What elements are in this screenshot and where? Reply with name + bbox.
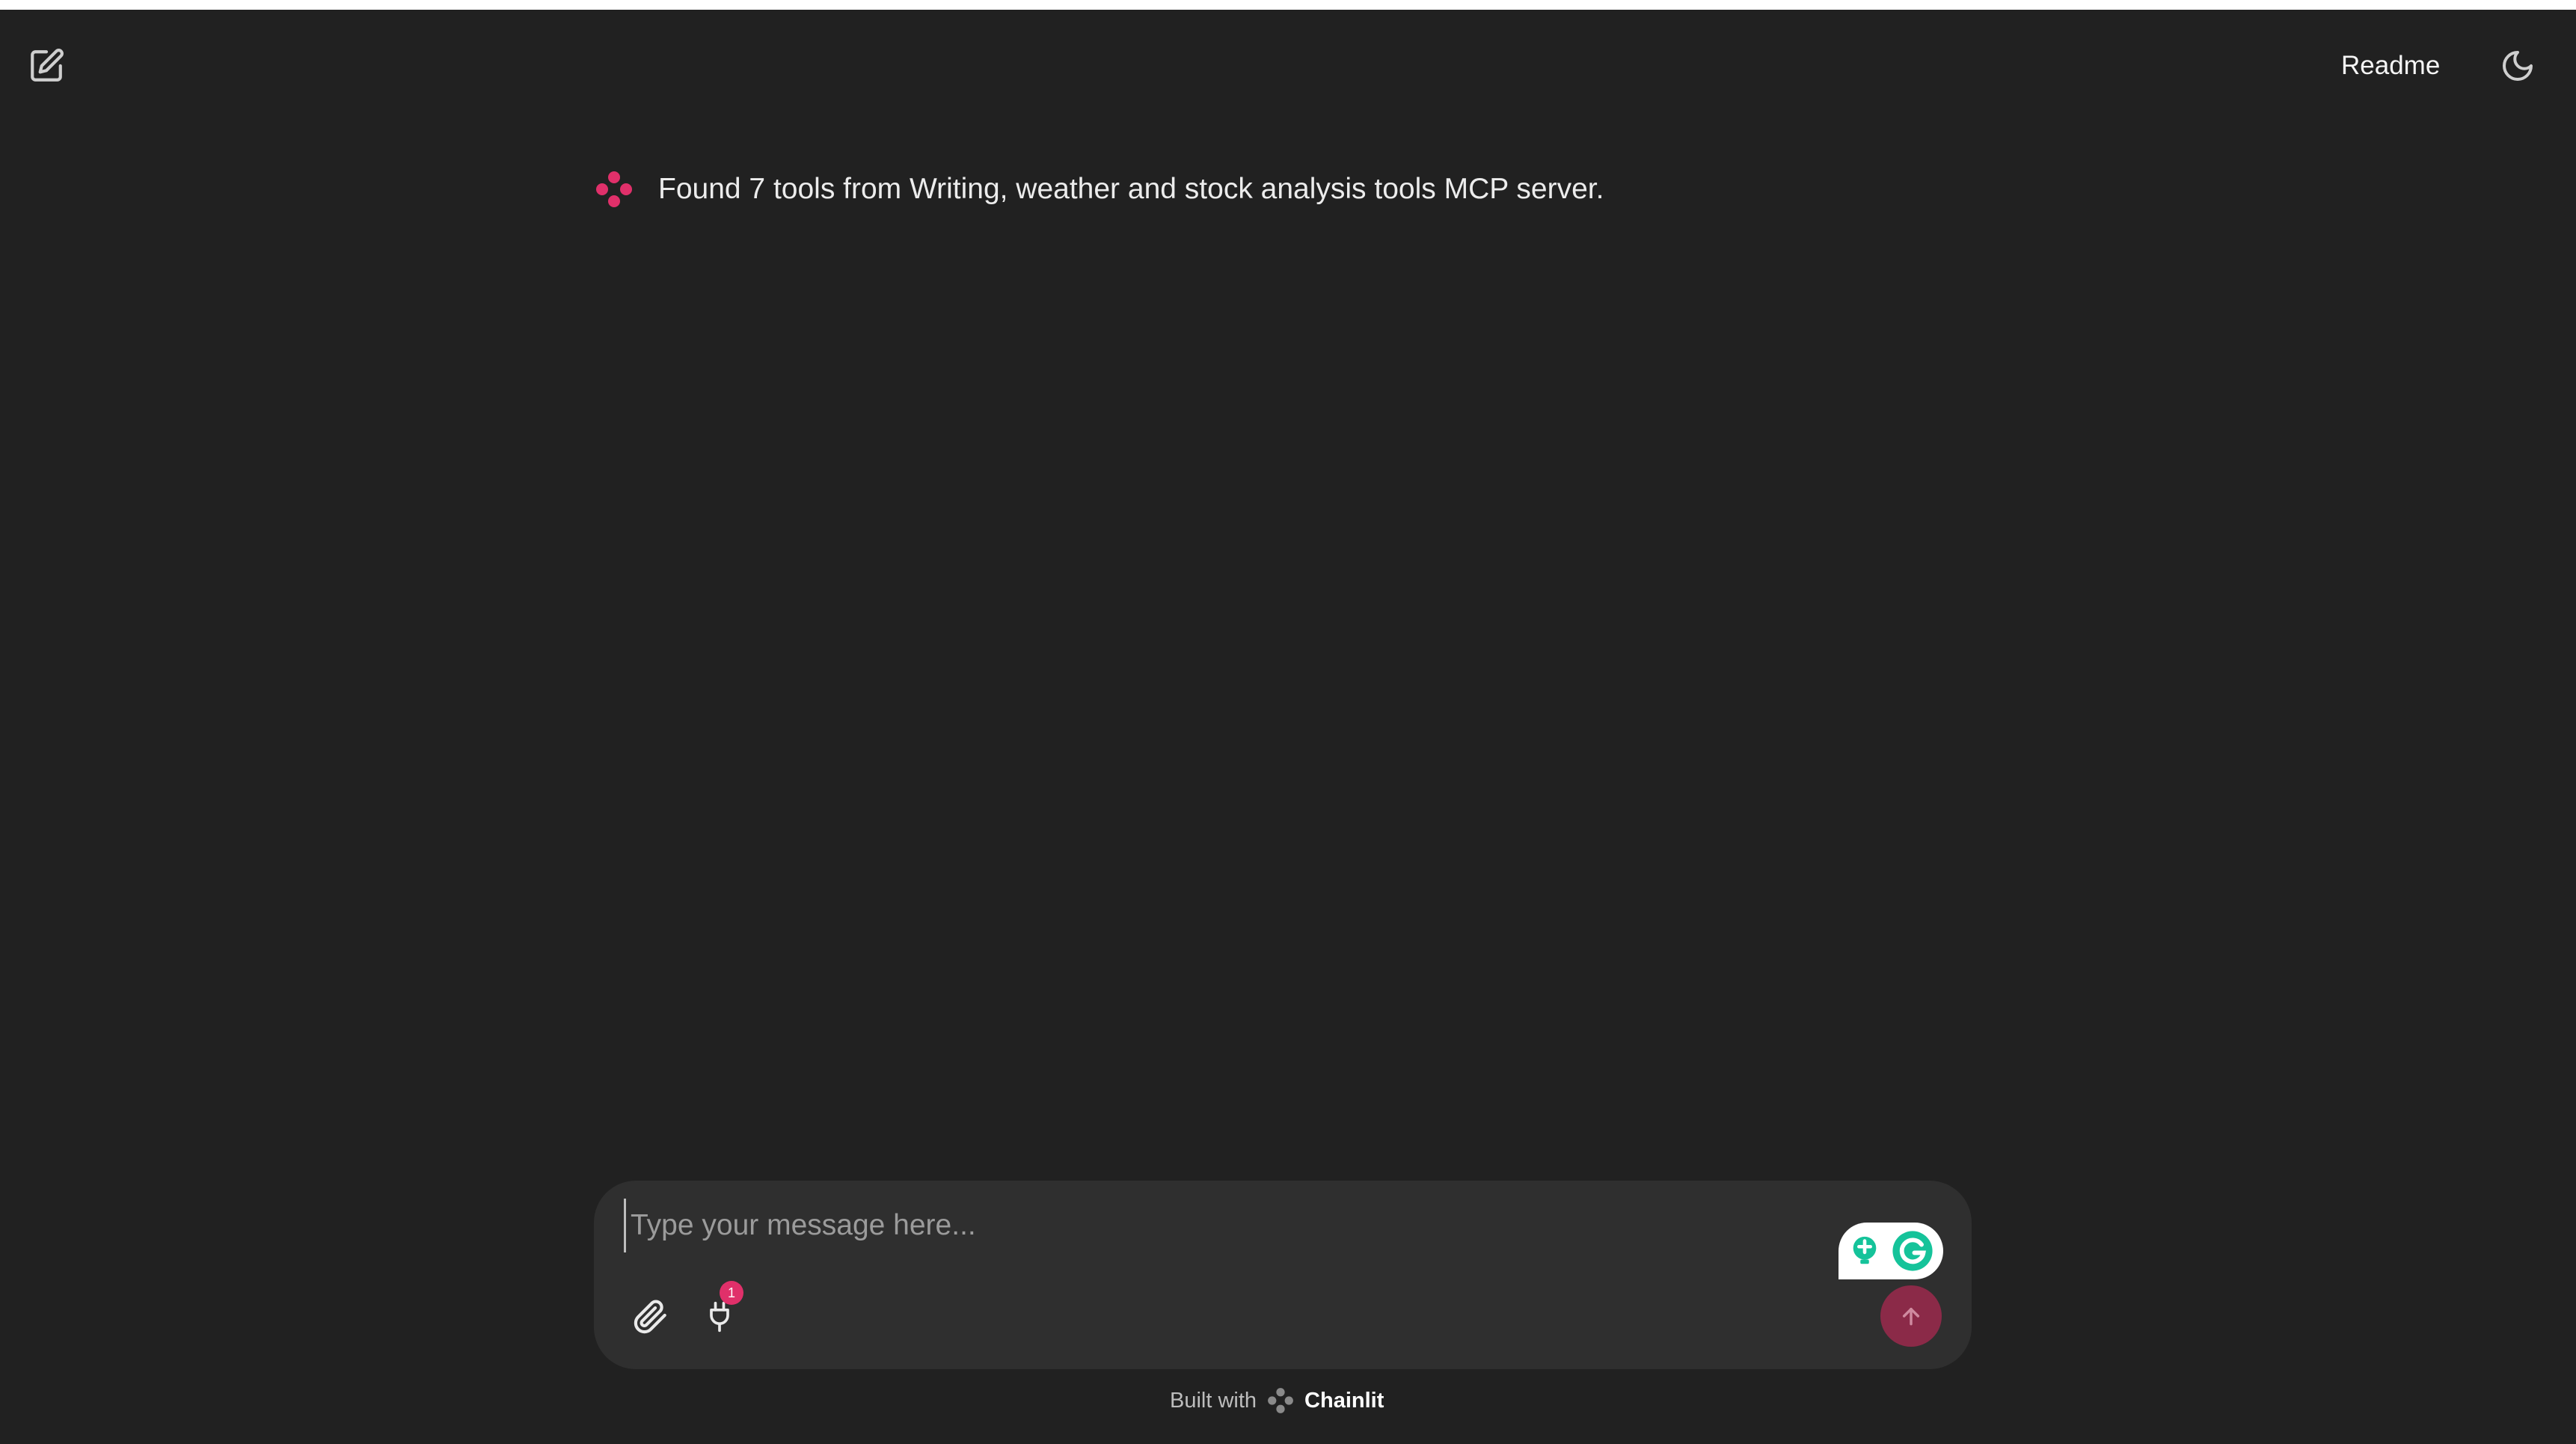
grammarly-widget[interactable] [1839,1223,1943,1279]
new-chat-button[interactable] [22,42,70,90]
footer-prefix: Built with [1170,1388,1257,1413]
tools-count-badge: 1 [720,1281,743,1305]
send-button[interactable] [1880,1285,1942,1347]
grammarly-icon [1892,1231,1933,1271]
message-text: Found 7 tools from Writing, weather and … [658,173,1604,205]
readme-label: Readme [2341,51,2441,80]
theme-toggle-button[interactable] [2494,42,2542,90]
arrow-up-icon [1902,1307,1920,1326]
footer-attribution[interactable]: Built with Chainlit [1170,1384,1384,1417]
chainlit-footer-logo-icon [1266,1386,1295,1416]
lightbulb-icon [1853,1236,1877,1264]
footer-brand: Chainlit [1304,1388,1384,1413]
readme-button[interactable]: Readme [2326,43,2455,88]
top-strip [0,0,2576,10]
assistant-message: Found 7 tools from Writing, weather and … [594,169,1604,209]
chainlit-logo-icon [594,169,634,209]
chat-page: Readme Found 7 tools from Writing, weath… [0,0,2576,1444]
edit-icon [31,49,64,82]
plug-icon [710,1301,729,1333]
message-composer: 1 [594,1181,1972,1369]
paperclip-icon [634,1300,666,1334]
message-input[interactable] [624,1199,1821,1252]
attach-button[interactable] [624,1290,678,1344]
moon-icon [2503,51,2533,81]
